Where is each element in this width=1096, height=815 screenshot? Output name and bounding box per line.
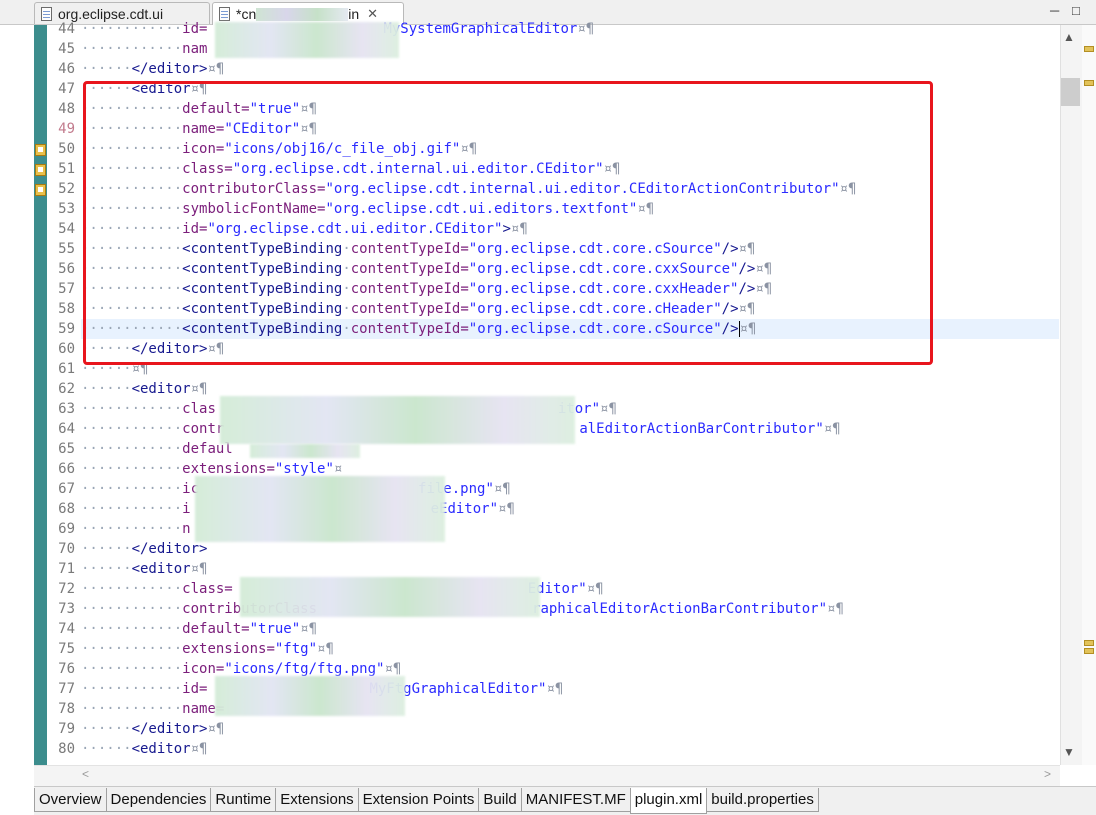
redacted-region xyxy=(195,476,445,542)
tab-manifest-mf[interactable]: MANIFEST.MF xyxy=(520,788,631,812)
line-number: 58 xyxy=(58,301,75,317)
code-line-79: ······</editor>¤¶ xyxy=(81,721,225,737)
line-number: 71 xyxy=(58,561,75,577)
line-number: 61 xyxy=(58,361,75,377)
line-number: 46 xyxy=(58,61,75,77)
line-number: 49 xyxy=(58,121,75,137)
code-line-70: ······</editor> xyxy=(81,541,208,557)
line-number: 44 xyxy=(58,21,75,37)
minimize-icon[interactable]: ─ xyxy=(1050,3,1059,18)
overview-marker[interactable] xyxy=(1084,46,1094,52)
line-number: 80 xyxy=(58,741,75,757)
line-number: 53 xyxy=(58,201,75,217)
vertical-scroll-thumb[interactable] xyxy=(1061,78,1080,106)
line-number: 69 xyxy=(58,521,75,537)
annotation-gutter xyxy=(0,25,34,765)
tab-extensions[interactable]: Extensions xyxy=(275,788,359,812)
tab-plugin-xml-source[interactable]: plugin.xml xyxy=(629,788,708,814)
code-line-74: ············default="true"¤¶ xyxy=(81,621,318,637)
line-number: 73 xyxy=(58,601,75,617)
line-number: 66 xyxy=(58,461,75,477)
tab-overview[interactable]: Overview xyxy=(34,788,107,812)
line-number: 72 xyxy=(58,581,75,597)
line-number: 76 xyxy=(58,661,75,677)
redacted-region xyxy=(215,676,405,716)
overview-ruler xyxy=(1082,25,1096,765)
overview-marker[interactable] xyxy=(1084,648,1094,654)
line-number: 57 xyxy=(58,281,75,297)
code-line-65: ············defaul xyxy=(81,441,233,457)
tab-build-properties[interactable]: build.properties xyxy=(706,788,819,812)
line-number: 50 xyxy=(58,141,75,157)
line-number: 63 xyxy=(58,401,75,417)
redacted-region xyxy=(240,577,540,617)
line-number: 67 xyxy=(58,481,75,497)
change-ruler xyxy=(34,25,47,765)
scroll-right-icon[interactable]: > xyxy=(1044,767,1051,781)
maximize-icon[interactable]: □ xyxy=(1072,3,1080,18)
line-number: 70 xyxy=(58,541,75,557)
line-number: 51 xyxy=(58,161,75,177)
line-number: 75 xyxy=(58,641,75,657)
highlight-box xyxy=(83,81,933,365)
tab-build[interactable]: Build xyxy=(478,788,522,812)
line-number: 62 xyxy=(58,381,75,397)
scroll-left-icon[interactable]: < xyxy=(82,767,89,781)
warning-marker-icon[interactable] xyxy=(35,144,46,156)
code-line-45: ············nam xyxy=(81,41,208,57)
line-number: 77 xyxy=(58,681,75,697)
tab-extension-points[interactable]: Extension Points xyxy=(357,788,480,812)
scroll-up-icon[interactable]: ▲ xyxy=(1063,30,1075,44)
line-number: 47 xyxy=(58,81,75,97)
line-number: 65 xyxy=(58,441,75,457)
line-number: 59 xyxy=(58,321,75,337)
redacted-region xyxy=(215,22,399,58)
vertical-scrollbar[interactable] xyxy=(1060,25,1083,765)
line-number-ruler: 44 45 46 47 48 49 50 51 52 53 54 55 56 5… xyxy=(47,21,77,765)
line-number: 78 xyxy=(58,701,75,717)
warning-marker-icon[interactable] xyxy=(35,164,46,176)
code-line-78: ············name= xyxy=(81,701,225,717)
warning-marker-icon[interactable] xyxy=(35,184,46,196)
code-line-62: ······<editor¤¶ xyxy=(81,381,208,397)
line-number: 68 xyxy=(58,501,75,517)
line-number: 55 xyxy=(58,241,75,257)
line-number: 74 xyxy=(58,621,75,637)
line-number: 48 xyxy=(58,101,75,117)
editor-page-tabs: Overview Dependencies Runtime Extensions… xyxy=(34,786,1096,815)
scroll-down-icon[interactable]: ▼ xyxy=(1063,745,1075,759)
redacted-region xyxy=(220,396,575,444)
line-number: 45 xyxy=(58,41,75,57)
horizontal-scrollbar[interactable] xyxy=(34,765,1060,786)
tab-runtime[interactable]: Runtime xyxy=(210,788,277,812)
code-line-46: ······</editor>¤¶ xyxy=(81,61,225,77)
line-number: 79 xyxy=(58,721,75,737)
overview-marker[interactable] xyxy=(1084,80,1094,86)
code-line-80: ······<editor¤¶ xyxy=(81,741,208,757)
overview-marker[interactable] xyxy=(1084,640,1094,646)
redacted-region xyxy=(250,444,360,458)
line-number: 54 xyxy=(58,221,75,237)
line-number: 64 xyxy=(58,421,75,437)
tab-dependencies[interactable]: Dependencies xyxy=(105,788,212,812)
line-number: 52 xyxy=(58,181,75,197)
line-number: 56 xyxy=(58,261,75,277)
code-line-69: ············n xyxy=(81,521,191,537)
line-number: 60 xyxy=(58,341,75,357)
code-line-75: ············extensions="ftg"¤¶ xyxy=(81,641,334,657)
code-line-71: ······<editor¤¶ xyxy=(81,561,208,577)
